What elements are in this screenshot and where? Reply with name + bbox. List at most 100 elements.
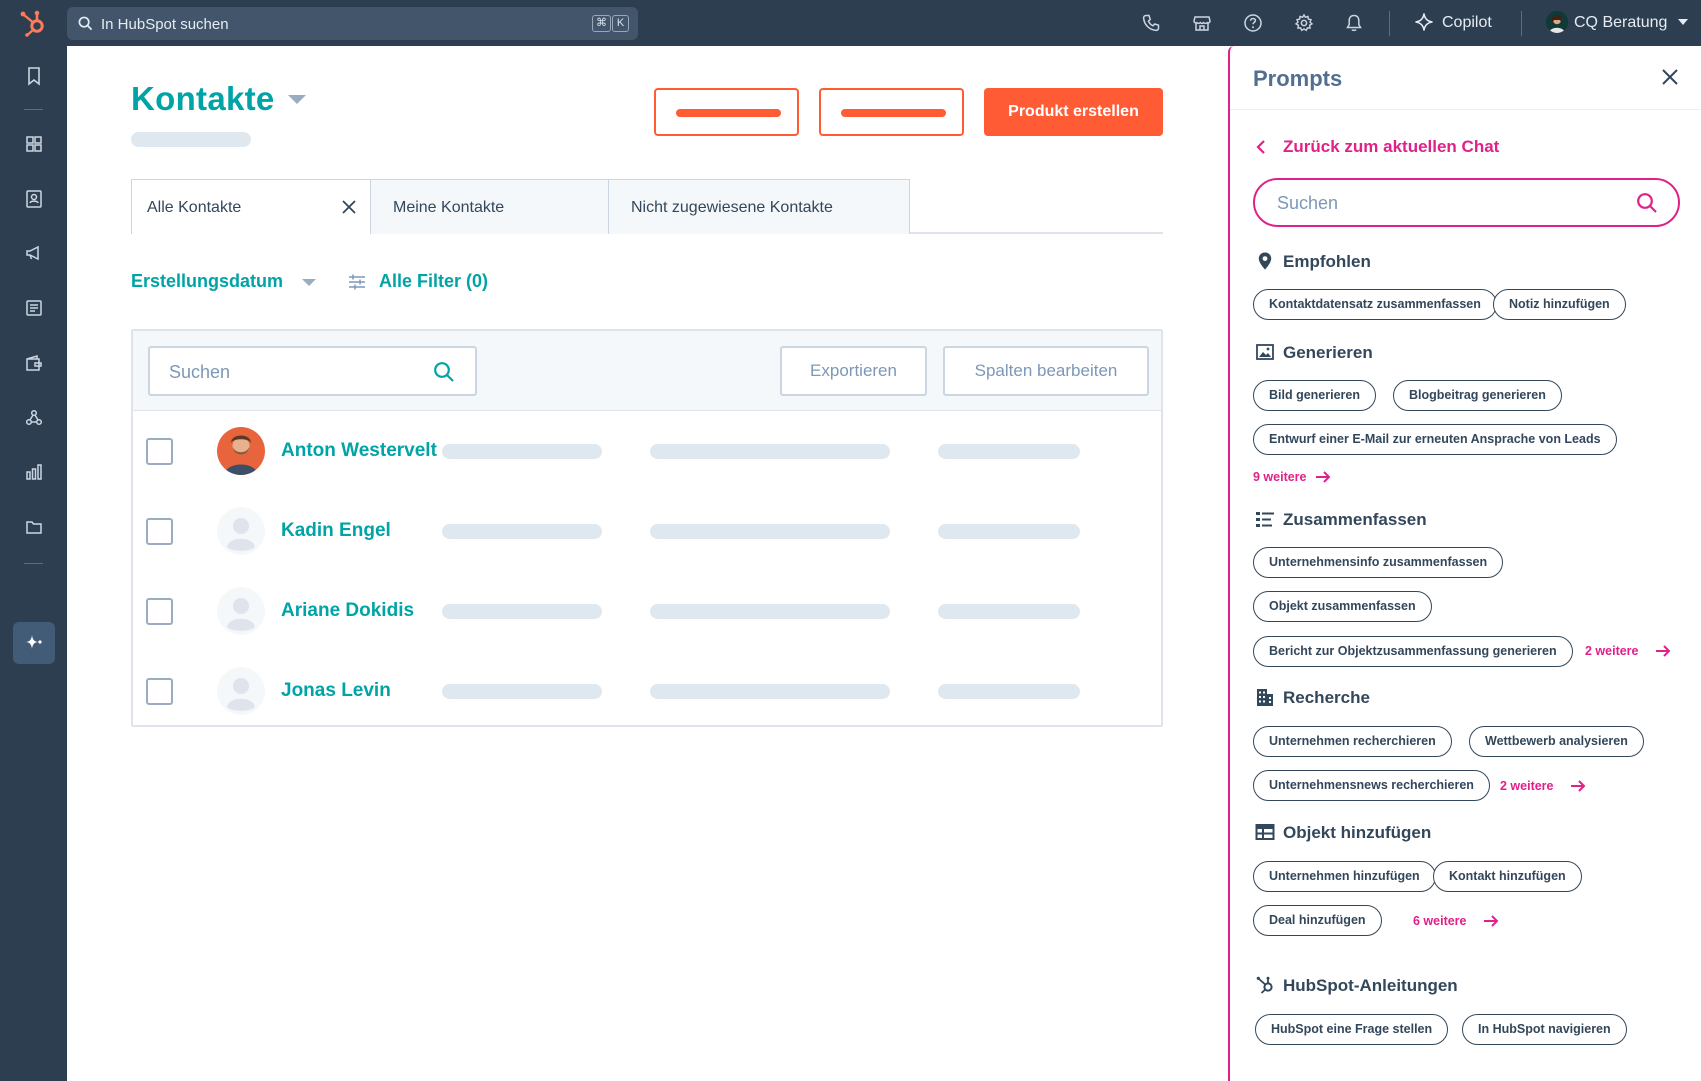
row-checkbox[interactable] bbox=[146, 438, 173, 465]
shortcut-cmd-key: ⌘ bbox=[592, 15, 611, 32]
prompt-chip[interactable]: In HubSpot navigieren bbox=[1462, 1014, 1627, 1045]
placeholder-outline-button-1[interactable] bbox=[654, 88, 799, 136]
show-more-link[interactable]: 2 weitere bbox=[1585, 644, 1671, 658]
cell-skeleton bbox=[650, 524, 890, 539]
prompt-chip[interactable]: Unternehmen hinzufügen bbox=[1253, 861, 1436, 892]
search-icon bbox=[434, 362, 454, 382]
table-toolbar: Suchen Exportieren Spalten bearbeiten bbox=[133, 331, 1161, 411]
tab-label: Nicht zugewiesene Kontakte bbox=[631, 199, 833, 216]
contact-name-link[interactable]: Anton Westervelt bbox=[281, 440, 437, 462]
commerce-wallet-icon[interactable] bbox=[22, 351, 46, 375]
chevron-down-icon[interactable] bbox=[302, 279, 316, 286]
prompt-chip[interactable]: Kontaktdatensatz zusammenfassen bbox=[1253, 289, 1497, 320]
list-icon bbox=[1256, 512, 1274, 527]
phone-icon[interactable] bbox=[1141, 13, 1161, 33]
contacts-icon[interactable] bbox=[22, 187, 46, 211]
show-more-link[interactable]: 2 weitere bbox=[1500, 779, 1586, 793]
tab-unassigned-contacts[interactable]: Nicht zugewiesene Kontakte bbox=[608, 179, 910, 234]
prompt-chip[interactable]: Wettbewerb analysieren bbox=[1469, 726, 1644, 757]
table-row: Ariane Dokidis bbox=[133, 571, 1161, 651]
section-title: Objekt hinzufügen bbox=[1283, 823, 1432, 842]
image-icon bbox=[1256, 344, 1274, 360]
all-filters-button[interactable]: Alle Filter (0) bbox=[379, 271, 488, 292]
notifications-bell-icon[interactable] bbox=[1344, 13, 1364, 33]
create-product-button[interactable]: Produkt erstellen bbox=[984, 88, 1163, 136]
settings-gear-icon[interactable] bbox=[1294, 13, 1314, 33]
row-checkbox[interactable] bbox=[146, 678, 173, 705]
prompt-chip[interactable]: Bericht zur Objektzusammenfassung generi… bbox=[1253, 636, 1573, 667]
tab-all-contacts[interactable]: Alle Kontakte bbox=[131, 179, 371, 234]
bookmark-icon[interactable] bbox=[22, 64, 46, 88]
arrow-right-icon bbox=[1484, 915, 1499, 927]
contacts-table: Suchen Exportieren Spalten bearbeiten An… bbox=[131, 329, 1163, 727]
prompt-chip[interactable]: Objekt zusammenfassen bbox=[1253, 591, 1432, 622]
contact-name-link[interactable]: Ariane Dokidis bbox=[281, 600, 414, 622]
export-button[interactable]: Exportieren bbox=[780, 346, 927, 396]
default-avatar-icon bbox=[217, 667, 265, 715]
prompt-search-input[interactable]: Suchen bbox=[1253, 178, 1680, 227]
filter-sliders-icon[interactable] bbox=[347, 272, 367, 292]
prompt-chip[interactable]: Blogbeitrag generieren bbox=[1393, 380, 1562, 411]
show-more-link[interactable]: 9 weitere bbox=[1253, 470, 1331, 484]
close-icon[interactable] bbox=[341, 199, 357, 215]
cell-skeleton bbox=[650, 684, 890, 699]
prompt-chip[interactable]: Bild generieren bbox=[1253, 380, 1376, 411]
prompt-chip[interactable]: HubSpot eine Frage stellen bbox=[1255, 1014, 1449, 1045]
help-icon[interactable] bbox=[1243, 13, 1263, 33]
prompt-chip[interactable]: Unternehmensinfo zusammenfassen bbox=[1253, 547, 1504, 578]
content-icon[interactable] bbox=[22, 296, 46, 320]
creation-date-filter[interactable]: Erstellungsdatum bbox=[131, 271, 283, 292]
marketing-megaphone-icon[interactable] bbox=[22, 241, 46, 265]
breeze-ai-button[interactable] bbox=[13, 622, 55, 664]
hubspot-sprocket-icon bbox=[1256, 976, 1273, 994]
chevron-left-icon bbox=[1256, 140, 1265, 154]
account-avatar bbox=[1546, 11, 1568, 33]
close-icon[interactable] bbox=[1661, 68, 1679, 86]
prompt-chip[interactable]: Notiz hinzufügen bbox=[1493, 289, 1626, 320]
account-name: CQ Beratung bbox=[1574, 14, 1668, 31]
hubspot-logo-icon[interactable] bbox=[18, 9, 48, 37]
prompt-chip[interactable]: Entwurf einer E-Mail zur erneuten Anspra… bbox=[1253, 424, 1617, 455]
search-placeholder: Suchen bbox=[169, 362, 231, 382]
left-sidebar bbox=[0, 46, 67, 1081]
sidebar-divider bbox=[24, 109, 43, 110]
table-search-input[interactable]: Suchen bbox=[148, 346, 477, 396]
contact-name-link[interactable]: Jonas Levin bbox=[281, 680, 391, 702]
global-search-input[interactable]: In HubSpot suchen ⌘ K bbox=[67, 7, 638, 40]
prompt-chip[interactable]: Kontakt hinzufügen bbox=[1433, 861, 1582, 892]
table-row: Jonas Levin bbox=[133, 651, 1161, 731]
section-title: Empfohlen bbox=[1283, 252, 1371, 271]
library-folder-icon[interactable] bbox=[22, 515, 46, 539]
row-checkbox[interactable] bbox=[146, 518, 173, 545]
cell-skeleton bbox=[650, 444, 890, 459]
cell-skeleton bbox=[938, 524, 1080, 539]
marketplace-icon[interactable] bbox=[1192, 13, 1212, 33]
prompt-chip[interactable]: Unternehmensnews recherchieren bbox=[1253, 770, 1490, 801]
dashboard-grid-icon[interactable] bbox=[22, 132, 46, 156]
table-row: Anton Westervelt bbox=[133, 411, 1161, 491]
edit-columns-button[interactable]: Spalten bearbeiten bbox=[943, 346, 1149, 396]
top-navigation-bar: In HubSpot suchen ⌘ K Copilot CQ Beratun… bbox=[0, 0, 1701, 46]
placeholder-outline-button-2[interactable] bbox=[819, 88, 964, 136]
reporting-chart-icon[interactable] bbox=[22, 460, 46, 484]
automation-icon[interactable] bbox=[22, 406, 46, 430]
more-label: 2 weitere bbox=[1585, 644, 1639, 658]
table-grid-icon bbox=[1255, 824, 1275, 840]
subtitle-skeleton bbox=[131, 132, 251, 147]
arrow-right-icon bbox=[1316, 471, 1331, 483]
building-icon bbox=[1257, 689, 1273, 706]
title-dropdown-caret-icon[interactable] bbox=[288, 95, 306, 104]
page-title[interactable]: Kontakte bbox=[131, 80, 275, 118]
section-title: HubSpot-Anleitungen bbox=[1283, 976, 1458, 995]
view-tabs: Alle Kontakte Meine Kontakte Nicht zugew… bbox=[131, 179, 1163, 234]
cell-skeleton bbox=[442, 524, 602, 539]
location-pin-icon bbox=[1258, 252, 1272, 270]
row-checkbox[interactable] bbox=[146, 598, 173, 625]
contact-name-link[interactable]: Kadin Engel bbox=[281, 520, 391, 542]
tab-my-contacts[interactable]: Meine Kontakte bbox=[370, 179, 609, 234]
prompt-chip[interactable]: Unternehmen recherchieren bbox=[1253, 726, 1452, 757]
show-more-link[interactable]: 6 weitere bbox=[1413, 914, 1499, 928]
search-placeholder: Suchen bbox=[1277, 193, 1339, 213]
cell-skeleton bbox=[938, 684, 1080, 699]
prompt-chip[interactable]: Deal hinzufügen bbox=[1253, 905, 1382, 936]
